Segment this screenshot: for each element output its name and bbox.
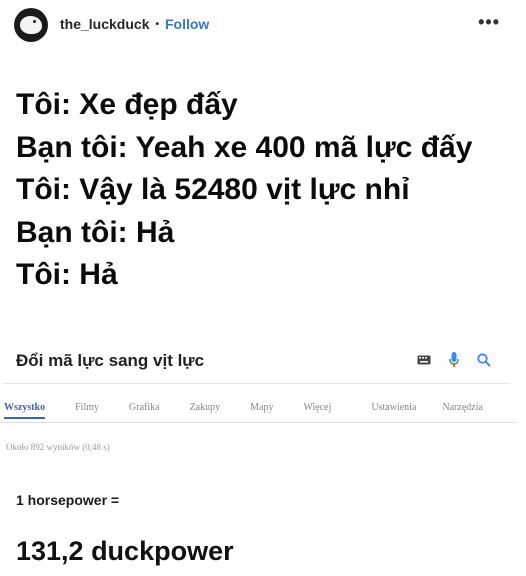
tab-settings[interactable]: Ustawienia xyxy=(371,402,416,413)
search-icon[interactable] xyxy=(476,352,492,368)
dialogue-text: Tôi: Xe đẹp đấy Bạn tôi: Yeah xe 400 mã … xyxy=(16,84,516,297)
dialogue-line: Bạn tôi: Yeah xe 400 mã lực đấy xyxy=(16,130,473,164)
tab-more[interactable]: Więcej xyxy=(303,402,331,413)
tab-shopping[interactable]: Zakupy xyxy=(190,402,221,413)
duck-logo-icon xyxy=(20,16,42,34)
search-tabs: Wszystko Filmy Grafika Zakupy Mapy Więce… xyxy=(4,402,514,419)
keyboard-icon[interactable] xyxy=(416,352,432,368)
dialogue-line: Tôi: Hả xyxy=(16,258,118,291)
follow-button[interactable]: Follow xyxy=(165,16,209,32)
microphone-icon[interactable] xyxy=(446,352,462,368)
dialogue-line: Tôi: Xe đẹp đấy xyxy=(16,88,238,121)
username-link[interactable]: the_luckduck xyxy=(60,16,149,32)
avatar[interactable] xyxy=(14,8,48,42)
search-bar xyxy=(4,340,510,384)
dialogue-line: Tôi: Vậy là 52480 vịt lực nhỉ xyxy=(16,173,410,206)
more-options-icon[interactable]: ••• xyxy=(478,12,500,33)
tab-videos[interactable]: Filmy xyxy=(75,402,99,413)
tab-images[interactable]: Grafika xyxy=(129,402,160,413)
search-bar-icons xyxy=(416,352,492,368)
conversion-result: 131,2 duckpower xyxy=(16,536,234,566)
tabs-divider xyxy=(0,422,516,423)
separator-dot: • xyxy=(155,18,159,30)
results-count: Około 892 wyników (0,48 s) xyxy=(6,442,110,452)
post-author: the_luckduck • Follow xyxy=(60,16,209,32)
tab-tools[interactable]: Narzędzia xyxy=(442,402,483,413)
tab-maps[interactable]: Mapy xyxy=(250,402,273,413)
conversion-label: 1 horsepower = xyxy=(16,492,120,508)
search-screenshot: Wszystko Filmy Grafika Zakupy Mapy Więce… xyxy=(0,330,526,576)
post-header: the_luckduck • Follow ••• xyxy=(0,0,526,52)
dialogue-line: Bạn tôi: Hả xyxy=(16,215,175,249)
tab-all[interactable]: Wszystko xyxy=(4,402,46,419)
search-input[interactable] xyxy=(16,351,396,371)
